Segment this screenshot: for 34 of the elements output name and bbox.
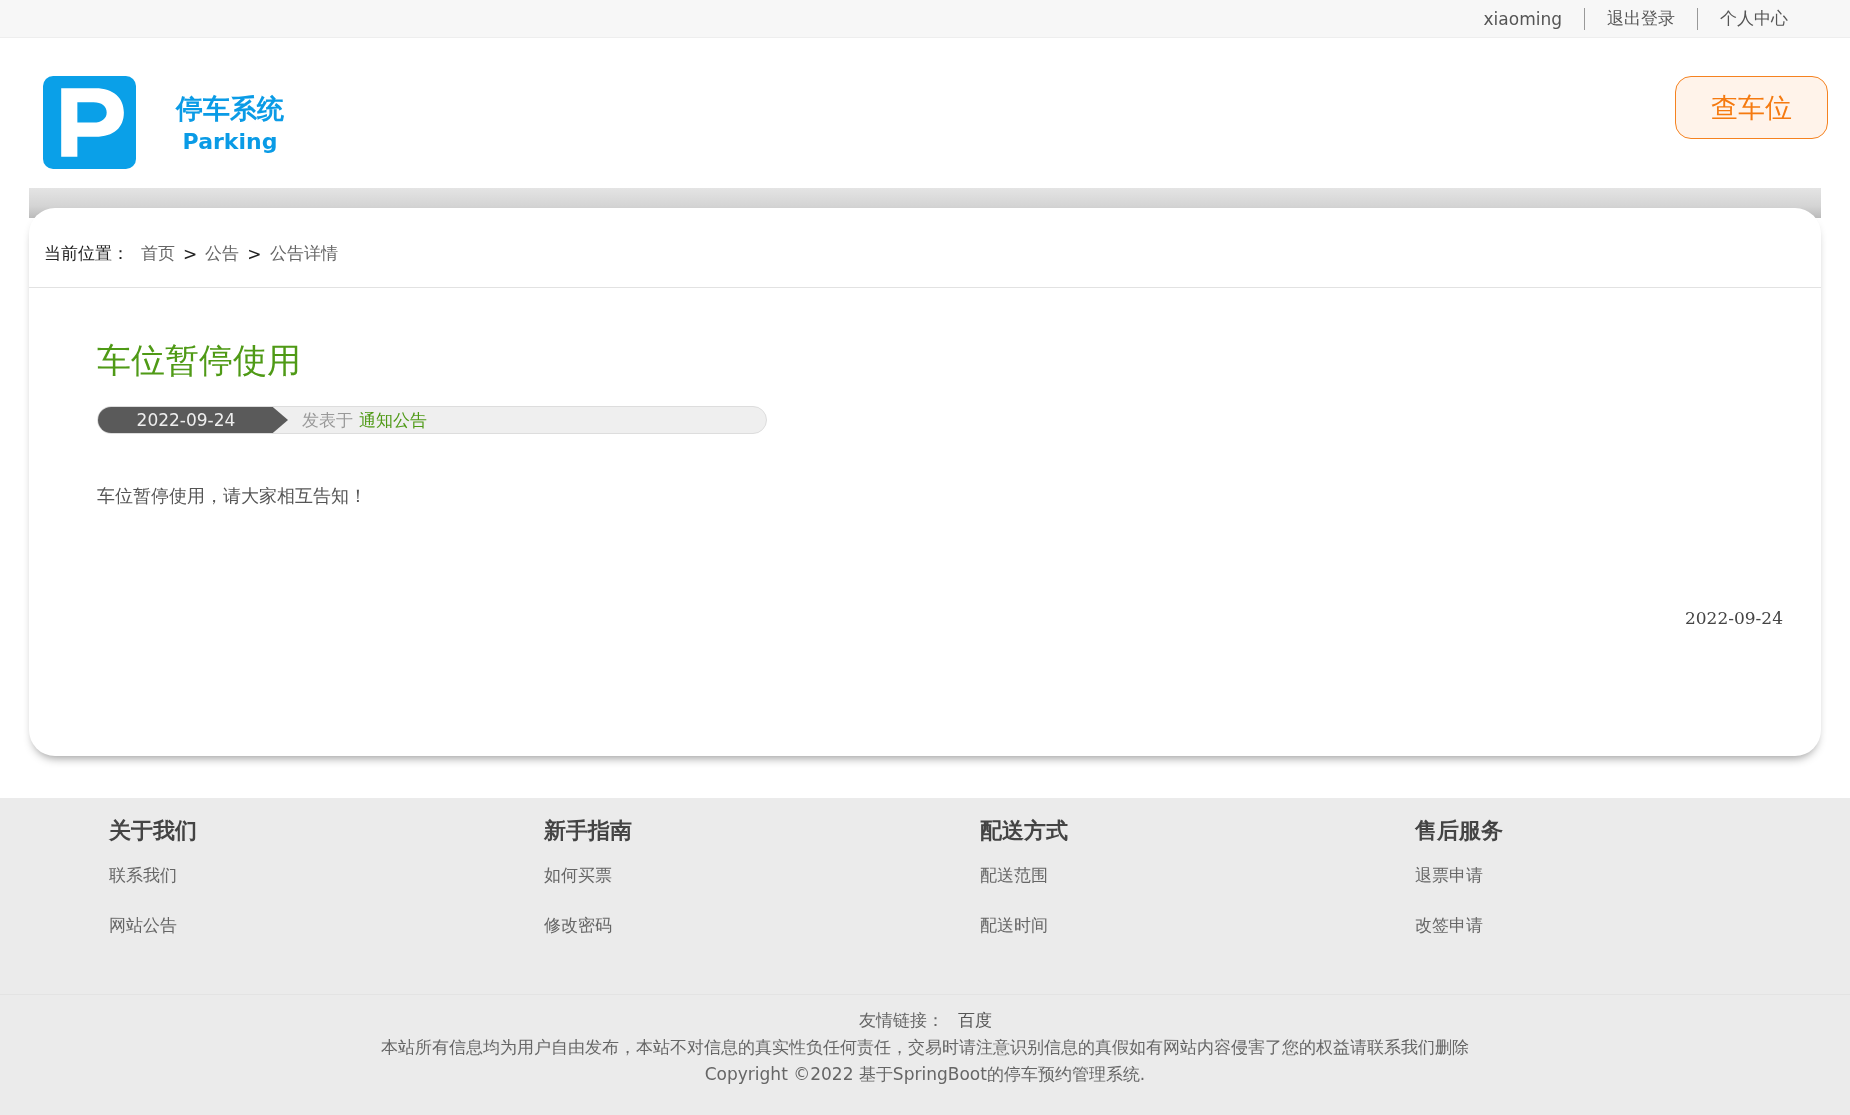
site-title: 停车系统 [176, 92, 284, 126]
footer-heading: 新手指南 [544, 817, 634, 845]
breadcrumb-separator: > [183, 243, 198, 264]
footer-link[interactable]: 配送范围 [979, 864, 1415, 887]
post-date: 2022-09-24 [98, 407, 288, 433]
article-title: 车位暂停使用 [97, 339, 302, 382]
breadcrumb-label: 当前位置： [44, 242, 129, 265]
friend-links-label: 友情链接： [858, 1010, 944, 1030]
footer-link[interactable]: 修改密码 [544, 914, 980, 937]
footer-link[interactable]: 退票申请 [1414, 864, 1850, 887]
article-date: 2022-09-24 [1685, 608, 1783, 628]
article-body: 车位暂停使用，请大家相互告知！ [97, 484, 368, 508]
breadcrumb-separator: > [247, 243, 262, 264]
footer-heading: 关于我们 [109, 817, 198, 845]
footer-link[interactable]: 联系我们 [109, 864, 545, 887]
footer-link[interactable]: 如何买票 [544, 864, 980, 887]
posted-in-label: 发表于 [302, 408, 353, 432]
breadcrumb-link[interactable]: 公告详情 [269, 242, 338, 265]
footer-link[interactable]: 配送时间 [979, 914, 1415, 937]
category-link[interactable]: 通知公告 [359, 408, 427, 432]
footer-link[interactable]: 网站公告 [109, 914, 545, 937]
copyright-text: Copyright ©2022 基于SpringBoot的停车预约管理系统. [704, 1063, 1146, 1086]
disclaimer-text: 本站所有信息均为用户自由发布，本站不对信息的真实性负任何责任，交易时请注意识别信息的真假如有网站内容侵害了您的权益请联系我们删除 [381, 1036, 1469, 1059]
breadcrumb-link[interactable]: 公告 [205, 242, 240, 265]
site-subtitle: Parking [182, 129, 278, 154]
footer-heading: 配送方式 [979, 817, 1069, 845]
top-link[interactable]: 退出登录 [1585, 7, 1697, 30]
footer-heading: 售后服务 [1414, 817, 1504, 845]
friend-link[interactable]: 百度 [957, 1010, 992, 1030]
breadcrumb-link[interactable]: 首页 [141, 242, 175, 265]
username-link[interactable]: xiaoming [1461, 8, 1584, 29]
top-link[interactable]: 个人中心 [1698, 7, 1810, 30]
footer-link[interactable]: 改签申请 [1414, 914, 1850, 937]
parking-sign-icon [43, 76, 136, 169]
